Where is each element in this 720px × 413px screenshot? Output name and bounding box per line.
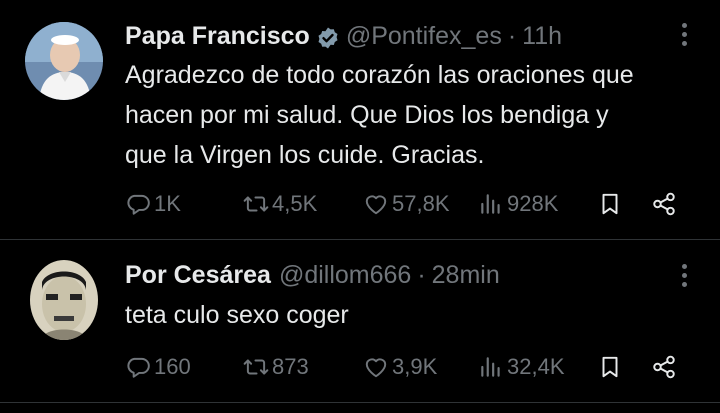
- tweet-header: Por Cesárea @dillom666 · 28min: [125, 257, 500, 293]
- retweet-count: 4,5K: [272, 191, 318, 216]
- author-handle[interactable]: @dillom666: [279, 257, 411, 293]
- retweet-icon: [243, 359, 269, 375]
- tweet[interactable]: Papa Francisco @Pontifex_es · 11h Agrade…: [0, 0, 720, 238]
- views-count: 928K: [507, 191, 559, 216]
- separator-dot: ·: [507, 22, 517, 50]
- views-button[interactable]: 928K: [478, 187, 558, 221]
- avatar-image: [25, 22, 103, 100]
- verified-badge-icon: [316, 24, 340, 49]
- author-name[interactable]: Papa Francisco: [125, 18, 310, 54]
- reply-button[interactable]: 160: [125, 350, 191, 384]
- author-name[interactable]: Por Cesárea: [125, 257, 271, 293]
- tweet-text: teta culo sexo coger: [125, 301, 349, 329]
- like-count: 3,9K: [392, 354, 438, 379]
- timestamp[interactable]: 28min: [432, 257, 500, 293]
- tweet-text: Agradezco de todo corazón las oraciones …: [125, 61, 634, 169]
- heart-icon: [365, 195, 387, 215]
- speech-bubble-icon: [127, 194, 150, 215]
- author-handle[interactable]: @Pontifex_es: [346, 18, 502, 54]
- tweet-actions: 1K 4,5K 57,8K 928K: [125, 187, 685, 221]
- bar-chart-icon: [481, 357, 500, 377]
- tweet-actions: 160 873 3,9K 32,4K: [125, 350, 685, 384]
- retweet-icon: [243, 196, 269, 212]
- like-count: 57,8K: [392, 191, 450, 216]
- retweet-count: 873: [272, 354, 309, 379]
- reply-count: 160: [154, 354, 191, 379]
- bar-chart-icon: [481, 194, 500, 214]
- reply-button[interactable]: 1K: [125, 187, 181, 221]
- divider: [0, 402, 720, 403]
- retweet-button[interactable]: 873: [243, 350, 309, 384]
- views-button[interactable]: 32,4K: [478, 350, 565, 384]
- share-icon: [653, 192, 675, 216]
- heart-icon: [365, 358, 387, 378]
- speech-bubble-icon: [127, 357, 150, 378]
- more-vertical-icon[interactable]: [680, 264, 688, 292]
- avatar[interactable]: [25, 22, 103, 100]
- avatar-image: [30, 260, 98, 340]
- retweet-button[interactable]: 4,5K: [243, 187, 317, 221]
- bookmark-button[interactable]: [597, 187, 626, 221]
- bookmark-icon: [602, 356, 618, 378]
- share-button[interactable]: [651, 187, 680, 221]
- share-button[interactable]: [651, 350, 680, 384]
- separator-dot: ·: [417, 261, 426, 289]
- like-button[interactable]: 57,8K: [363, 187, 450, 221]
- like-button[interactable]: 3,9K: [363, 350, 437, 384]
- tweet-header: Papa Francisco @Pontifex_es · 11h: [125, 18, 562, 54]
- bookmark-button[interactable]: [597, 350, 626, 384]
- avatar[interactable]: [30, 260, 98, 340]
- reply-count: 1K: [154, 191, 181, 216]
- share-icon: [653, 355, 675, 379]
- views-count: 32,4K: [507, 354, 565, 379]
- tweet[interactable]: Por Cesárea @dillom666 · 28min teta culo…: [0, 240, 720, 402]
- timestamp[interactable]: 11h: [522, 18, 562, 54]
- bookmark-icon: [602, 193, 618, 215]
- more-vertical-icon[interactable]: [680, 23, 688, 51]
